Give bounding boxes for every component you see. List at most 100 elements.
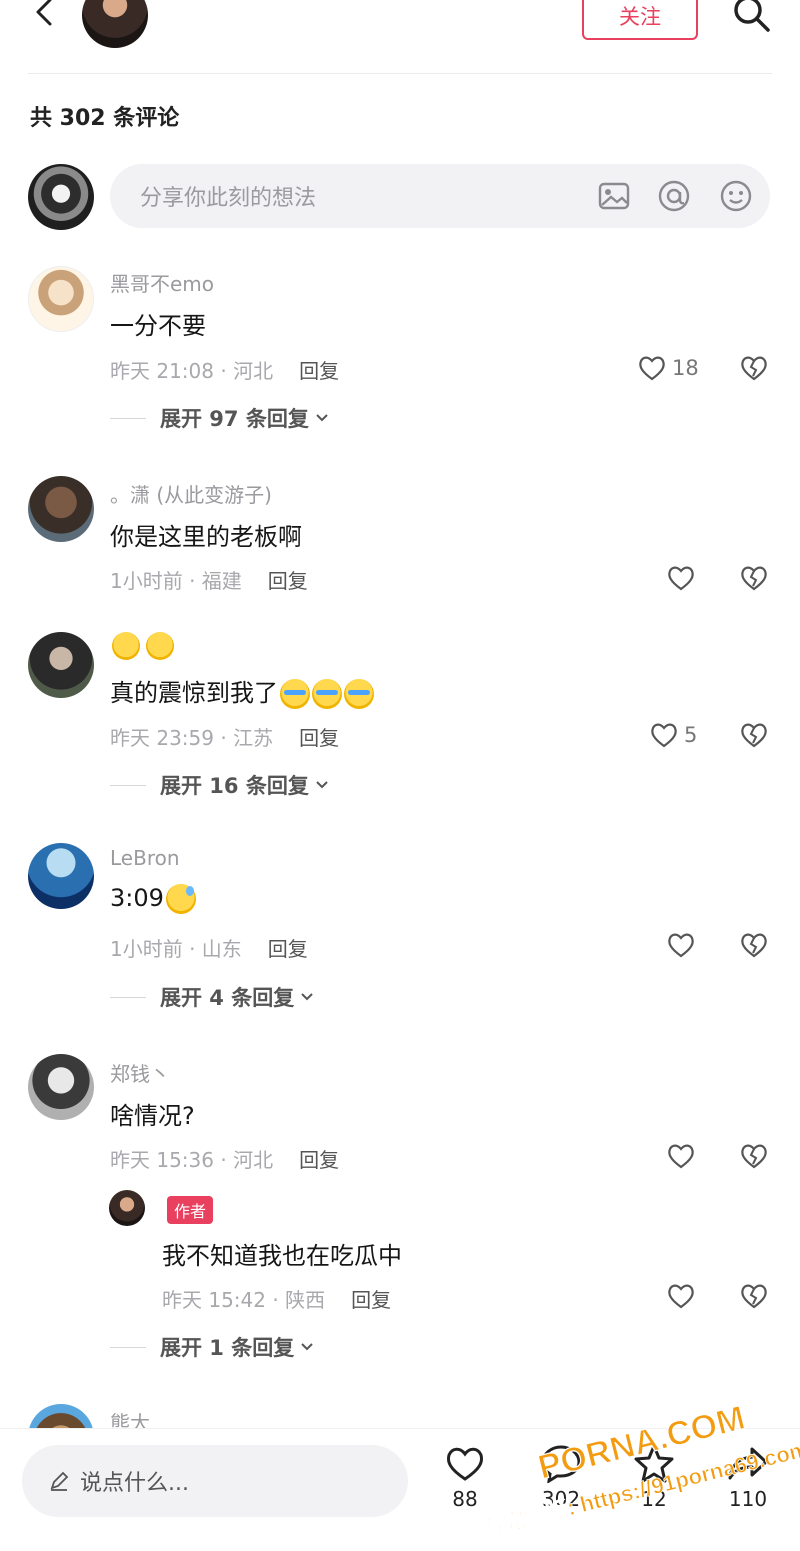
expand-replies-button[interactable]: 展开 16 条回复 <box>110 770 331 800</box>
avatar[interactable] <box>28 843 94 909</box>
comment-input-placeholder: 说点什么... <box>80 1471 189 1496</box>
mention-icon[interactable] <box>656 178 692 214</box>
emoji-icon[interactable] <box>718 178 754 214</box>
dislike-icon[interactable] <box>738 1140 770 1172</box>
expand-replies-button[interactable]: 展开 97 条回复 <box>110 403 331 433</box>
share-stat-button[interactable]: 110 <box>713 1443 783 1511</box>
expand-label: 展开 1 条回复 <box>160 1336 295 1360</box>
comment-stat-button[interactable]: 302 <box>526 1443 596 1511</box>
heart-icon <box>668 1284 694 1309</box>
expand-label: 展开 97 条回复 <box>160 407 309 431</box>
crying-emoji-icon <box>344 679 374 709</box>
heart-icon <box>668 566 694 591</box>
expand-line <box>110 996 146 998</box>
comment-username[interactable]: 。潇 (从此变游子) <box>110 479 272 508</box>
reply-button[interactable]: 回复 <box>299 1144 339 1173</box>
favorite-stat-button[interactable]: 12 <box>619 1443 689 1511</box>
dislike-icon[interactable] <box>738 929 770 961</box>
heart-icon <box>668 933 694 958</box>
composer-placeholder: 分享你此刻的想法 <box>140 186 317 211</box>
expand-label: 展开 16 条回复 <box>160 774 309 798</box>
back-icon[interactable] <box>26 0 66 34</box>
like-button[interactable]: 5 <box>648 719 697 751</box>
expand-line <box>110 784 146 786</box>
author-reply-avatar[interactable] <box>109 1190 145 1226</box>
reply-meta: 昨天 15:42 · 陕西 回复 <box>162 1284 391 1313</box>
reply-text: 我不知道我也在吃瓜中 <box>162 1242 402 1270</box>
comment-username[interactable]: LeBron <box>110 846 180 870</box>
like-button[interactable]: 18 <box>636 352 699 384</box>
heart-icon <box>639 356 665 381</box>
avatar[interactable] <box>28 266 94 332</box>
comment-time-location: 昨天 23:59 · 江苏 <box>110 726 274 750</box>
heart-icon <box>668 1144 694 1169</box>
reply-button[interactable]: 回复 <box>268 565 308 594</box>
comment-username[interactable] <box>110 632 174 660</box>
comment-meta: 昨天 15:36 · 河北 回复 <box>110 1144 339 1173</box>
comment-username[interactable]: 黑哥不emo <box>110 268 214 297</box>
my-avatar <box>28 164 94 230</box>
heart-icon <box>446 1447 484 1481</box>
like-button[interactable] <box>665 1280 697 1312</box>
favorite-count: 12 <box>641 1487 667 1511</box>
comment-time-location: 昨天 21:08 · 河北 <box>110 359 274 383</box>
like-stat-button[interactable]: 88 <box>430 1443 500 1511</box>
comment-input[interactable]: 说点什么... <box>22 1445 408 1517</box>
reply-button[interactable]: 回复 <box>268 933 308 962</box>
comment-count: 共 302 条评论 <box>30 106 180 131</box>
avatar[interactable] <box>28 476 94 542</box>
like-count: 88 <box>452 1487 478 1511</box>
bottom-bar: 说点什么... 88 302 12 110 <box>0 1428 800 1551</box>
expand-replies-button[interactable]: 展开 4 条回复 <box>110 982 316 1012</box>
comment-text: 啥情况? <box>110 1102 195 1130</box>
comment-text-content: 真的震惊到我了 <box>110 679 278 707</box>
expand-line <box>110 1346 146 1348</box>
like-button[interactable] <box>665 1140 697 1172</box>
expand-label: 展开 4 条回复 <box>160 986 295 1010</box>
pencil-icon <box>50 1471 69 1491</box>
avatar[interactable] <box>28 632 94 698</box>
reply-button[interactable]: 回复 <box>299 355 339 384</box>
grin-sweat-emoji-icon <box>165 884 196 914</box>
dislike-icon[interactable] <box>738 1280 770 1312</box>
follow-button[interactable]: 关注 <box>582 0 698 40</box>
like-button[interactable] <box>665 929 697 961</box>
comment-icon <box>541 1445 581 1483</box>
reply-button[interactable]: 回复 <box>351 1284 391 1313</box>
like-button[interactable] <box>665 562 697 594</box>
comment-meta: 昨天 21:08 · 河北 回复 <box>110 355 339 384</box>
header-divider <box>28 73 772 74</box>
reply-button[interactable]: 回复 <box>299 722 339 751</box>
crying-emoji-icon <box>280 679 310 709</box>
dislike-icon[interactable] <box>738 719 770 751</box>
comment-time-location: 1小时前 · 福建 <box>110 569 242 593</box>
expand-replies-button[interactable]: 展开 1 条回复 <box>110 1332 316 1362</box>
chevron-down-icon <box>316 414 328 422</box>
reply-time-location: 昨天 15:42 · 陕西 <box>162 1288 326 1312</box>
star-icon <box>634 1444 674 1483</box>
thinking-emoji-icon <box>112 632 140 660</box>
expand-line <box>110 417 146 419</box>
dislike-icon[interactable] <box>738 562 770 594</box>
comment-text: 3:09 <box>110 884 196 914</box>
author-badge: 作者 <box>167 1196 214 1224</box>
share-icon <box>728 1447 768 1480</box>
comment-meta: 1小时前 · 福建 回复 <box>110 565 308 594</box>
top-bar: 关注 <box>0 0 800 64</box>
search-icon[interactable] <box>730 0 772 36</box>
comment-time-location: 1小时前 · 山东 <box>110 937 242 961</box>
comment-text-content: 3:09 <box>110 884 164 912</box>
comment-text: 真的震惊到我了 <box>110 673 374 709</box>
chevron-down-icon <box>301 993 313 1001</box>
comment-text: 一分不要 <box>110 312 206 340</box>
avatar[interactable] <box>28 1054 94 1120</box>
comment-username[interactable]: 郑钱丶 <box>110 1058 170 1087</box>
share-count: 110 <box>728 1487 768 1511</box>
comment-composer[interactable]: 分享你此刻的想法 <box>110 164 770 228</box>
author-avatar[interactable] <box>82 0 148 48</box>
dislike-icon[interactable] <box>738 352 770 384</box>
image-icon[interactable] <box>596 178 632 214</box>
comment-count: 302 <box>541 1487 581 1511</box>
chevron-down-icon <box>301 1343 313 1351</box>
like-count: 5 <box>684 723 698 747</box>
